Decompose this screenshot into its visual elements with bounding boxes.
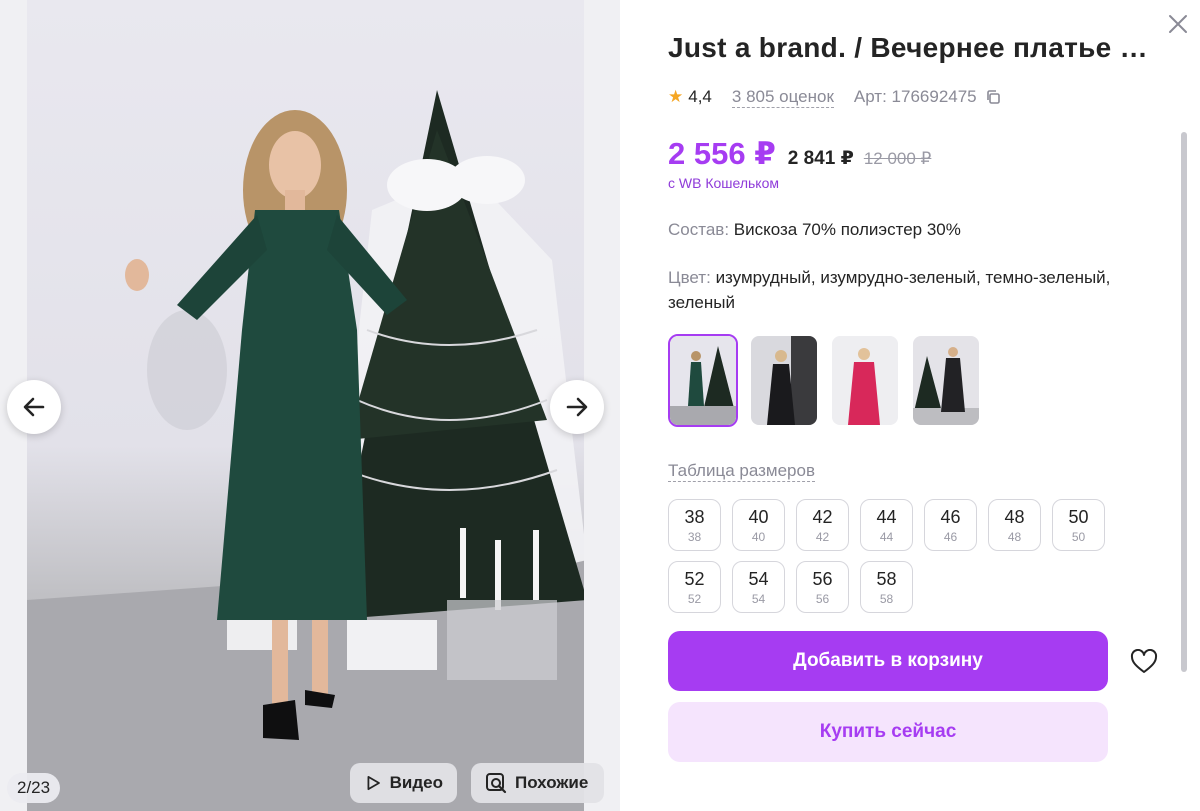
composition-value: Вискоза 70% полиэстер 30% (733, 220, 961, 239)
product-photo-illustration (27, 90, 584, 811)
heart-icon (1130, 649, 1158, 673)
play-icon (367, 775, 380, 791)
arrow-right-icon (566, 397, 588, 417)
price-row: 2 556 ₽ 2 841 ₽ 12 000 ₽ (668, 136, 931, 172)
article-number: Арт: 176692475 (854, 87, 1001, 107)
similar-search-icon (486, 773, 507, 794)
price-without-wallet: 2 841 ₽ (787, 148, 854, 169)
product-photo[interactable] (27, 0, 584, 811)
copy-icon[interactable] (985, 89, 1001, 105)
price-old: 12 000 ₽ (863, 149, 932, 168)
product-meta: ★ 4,4 3 805 оценок Арт: 176692475 (668, 86, 1001, 108)
star-icon: ★ (668, 87, 684, 106)
next-photo-button[interactable] (550, 380, 604, 434)
panel-scrollbar[interactable] (1181, 132, 1187, 672)
reviews-link[interactable]: 3 805 оценок (731, 87, 834, 108)
color-label: Цвет: (668, 268, 711, 287)
buy-now-button[interactable]: Купить сейчас (668, 702, 1108, 762)
wallet-note: с WB Кошельком (668, 175, 779, 191)
color-spec: Цвет: изумрудный, изумрудно-зеленый, тем… (668, 265, 1148, 315)
color-value: изумрудный, изумрудно-зеленый, темно-зел… (668, 268, 1111, 312)
size-option[interactable]: 38 38 (668, 499, 721, 551)
favorite-button[interactable] (1128, 646, 1160, 678)
green-dress-thumbnail-icon (670, 336, 736, 425)
product-title: Just a brand. / Вечернее платье п… (668, 32, 1154, 63)
size-option[interactable]: 54 54 (732, 561, 785, 613)
close-button[interactable] (1164, 10, 1192, 38)
size-option[interactable]: 50 50 (1052, 499, 1105, 551)
composition-spec: Состав: Вискоза 70% полиэстер 30% (668, 217, 1148, 242)
pink-dress-thumbnail-icon (832, 336, 898, 425)
video-button[interactable]: Видео (350, 763, 457, 803)
photo-counter: 2/23 (7, 773, 61, 803)
size-option[interactable]: 42 42 (796, 499, 849, 551)
similar-button-label: Похожие (515, 773, 589, 792)
swatch-black-dress[interactable] (749, 334, 819, 427)
product-gallery: 2/23 Видео Похожие (0, 0, 620, 811)
add-to-cart-button[interactable]: Добавить в корзину (668, 631, 1108, 691)
video-button-label: Видео (389, 773, 443, 792)
size-option[interactable]: 52 52 (668, 561, 721, 613)
size-option[interactable]: 40 40 (732, 499, 785, 551)
swatch-green-dress[interactable] (668, 334, 738, 427)
size-option[interactable]: 44 44 (860, 499, 913, 551)
black-dress-thumbnail-icon (751, 336, 817, 425)
arrow-left-icon (23, 397, 45, 417)
size-selector: 38 38 40 40 42 42 44 44 46 46 48 48 50 50 52 52 … (668, 499, 1128, 613)
black-lace-dress-thumbnail-icon (913, 336, 979, 425)
close-icon (1169, 15, 1187, 33)
size-option[interactable]: 56 56 (796, 561, 849, 613)
size-option[interactable]: 46 46 (924, 499, 977, 551)
rating-value: 4,4 (688, 87, 712, 106)
article-text: Арт: 176692475 (853, 87, 977, 106)
color-swatches (668, 334, 981, 427)
composition-label: Состав: (668, 220, 730, 239)
price-current: 2 556 ₽ (668, 136, 776, 171)
swatch-pink-dress[interactable] (830, 334, 900, 427)
size-option[interactable]: 48 48 (988, 499, 1041, 551)
size-table-link[interactable]: Таблица размеров (668, 461, 815, 482)
similar-button[interactable]: Похожие (471, 763, 604, 803)
size-option[interactable]: 58 58 (860, 561, 913, 613)
swatch-black-lace-dress[interactable] (911, 334, 981, 427)
previous-photo-button[interactable] (7, 380, 61, 434)
